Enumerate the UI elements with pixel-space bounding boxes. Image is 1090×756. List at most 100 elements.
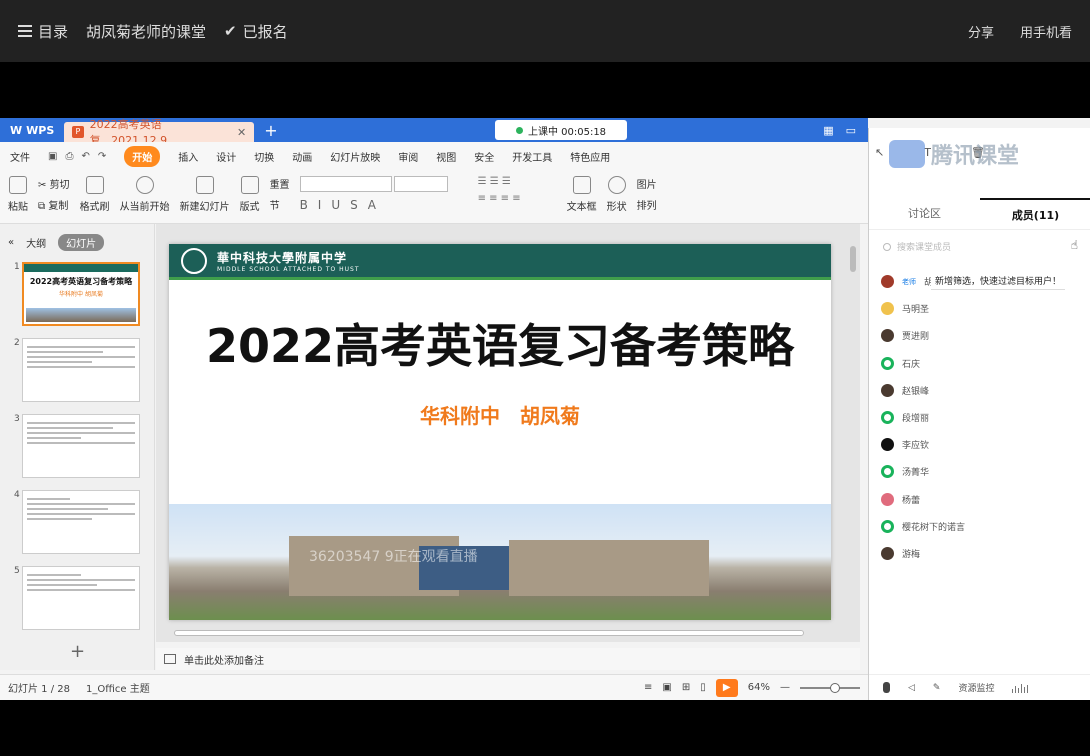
new-slide-icon (195, 176, 214, 194)
reading-view-icon[interactable]: ▯ (700, 682, 706, 693)
menu-file[interactable]: 文件 (10, 149, 30, 164)
shape-button[interactable]: 形状 (607, 176, 627, 213)
member-item[interactable]: 马明圣 (881, 295, 1081, 322)
slide-thumbnail-4[interactable] (22, 490, 140, 554)
menu-features[interactable]: 特色应用 (570, 149, 610, 164)
window-grid-icon[interactable]: ▦ (823, 124, 833, 137)
panel-footer: ◁ ✎ 资源监控 (869, 674, 1090, 700)
school-name-cn: 華中科技大學附属中学 (217, 250, 348, 265)
vertical-scrollbar[interactable] (850, 246, 856, 272)
member-item[interactable]: 石庆 (881, 350, 1081, 377)
redo-icon[interactable]: ↷ (98, 151, 106, 162)
bullets-icon[interactable]: ☰ ☰ ☰ (478, 176, 521, 187)
minimize-icon[interactable]: ▭ (846, 124, 856, 137)
normal-view-icon[interactable]: ▣ (662, 682, 671, 693)
pen-icon[interactable]: ✎ (933, 683, 941, 693)
add-slide-button[interactable]: + (70, 641, 85, 662)
tab-slides[interactable]: 幻灯片 (58, 234, 105, 251)
slide-thumbnail-5[interactable] (22, 566, 140, 630)
close-tab-icon[interactable]: ✕ (237, 126, 246, 139)
menu-dev-tools[interactable]: 开发工具 (512, 149, 552, 164)
notes-area[interactable]: 单击此处添加备注 (156, 648, 860, 670)
italic-icon[interactable]: I (318, 198, 322, 212)
tab-outline[interactable]: 大纲 (26, 235, 46, 250)
menu-view[interactable]: 视图 (436, 149, 456, 164)
bold-icon[interactable]: B (300, 198, 308, 212)
slide-thumbnail-2[interactable] (22, 338, 140, 402)
align-icon[interactable]: ≡ ≡ ≡ ≡ (478, 193, 521, 204)
catalog-button[interactable]: 目录 (18, 21, 68, 42)
slide-thumbnail-1[interactable]: 2022高考英语复习备考策略 华科附中 胡凤菊 (22, 262, 140, 326)
reset-button[interactable]: 重置 (270, 176, 290, 191)
textbox-button[interactable]: 文本框 (567, 176, 597, 213)
print-icon[interactable]: ⎙ (65, 151, 73, 162)
zoom-out-icon[interactable]: — (780, 682, 790, 693)
collapse-pane-icon[interactable]: « (8, 237, 14, 248)
undo-icon[interactable]: ↶ (81, 151, 89, 162)
menu-review[interactable]: 审阅 (398, 149, 418, 164)
document-tab[interactable]: P 2022高考英语复...2021.12.9 ✕ (64, 118, 255, 147)
paste-button[interactable]: 粘贴 (8, 176, 28, 213)
zoom-knob[interactable] (830, 682, 840, 693)
member-item[interactable]: 游梅 (881, 540, 1081, 567)
font-color-icon[interactable]: A (368, 198, 376, 212)
avatar (881, 519, 894, 533)
new-slide-button[interactable]: 新建幻灯片 (180, 176, 230, 213)
member-item[interactable]: 段增丽 (881, 404, 1081, 431)
thumb-lines (23, 339, 139, 375)
font-family-select[interactable] (299, 176, 392, 192)
font-size-select[interactable] (393, 176, 448, 192)
thumb-lines (23, 491, 139, 527)
zoom-slider[interactable] (800, 682, 860, 693)
filter-hand-icon[interactable]: ☝ (1071, 238, 1078, 252)
pointer-icon[interactable]: ↖ (875, 146, 884, 159)
member-item[interactable]: 李应钦 (881, 431, 1081, 458)
thumb-number: 4 (14, 490, 20, 500)
underline-icon[interactable]: U (331, 198, 340, 212)
play-from-current-button[interactable]: 从当前开始 (120, 176, 170, 213)
section-button[interactable]: 节 (270, 197, 290, 212)
share-button[interactable]: 分享 (968, 22, 994, 41)
member-item[interactable]: 汤菁华 (881, 458, 1081, 485)
slideshow-play-button[interactable]: ▶ (715, 678, 738, 697)
thumb-lines (23, 415, 139, 451)
cut-button[interactable]: ✂ 剪切 (38, 176, 70, 191)
member-item[interactable]: 樱花树下的诺言 (881, 513, 1081, 540)
sorter-view-icon[interactable]: ⊞ (682, 682, 690, 693)
menu-transition[interactable]: 切换 (254, 149, 274, 164)
tab-discussion[interactable]: 讨论区 (869, 198, 980, 229)
wps-tab-strip: W WPS P 2022高考英语复...2021.12.9 ✕ + 上课中 00:… (0, 118, 868, 147)
member-item[interactable]: 贾进刚 (881, 322, 1081, 349)
menu-animation[interactable]: 动画 (292, 149, 312, 164)
menu-insert[interactable]: 插入 (178, 149, 198, 164)
avatar (881, 383, 894, 397)
layout-button[interactable]: 版式 (240, 176, 260, 213)
speaker-icon[interactable]: ◁ (908, 683, 915, 693)
wps-logo[interactable]: W WPS (0, 124, 64, 137)
arrange-button[interactable]: 排列 (637, 197, 657, 212)
member-search[interactable]: 搜索课堂成员 (883, 240, 1079, 253)
member-item[interactable]: 杨蕾 (881, 486, 1081, 513)
notes-toggle-icon[interactable]: ≡ (644, 682, 652, 693)
member-item[interactable]: 赵银峰 (881, 377, 1081, 404)
watch-on-phone-button[interactable]: 用手机看 (1020, 22, 1072, 41)
slide-thumbnail-3[interactable] (22, 414, 140, 478)
menu-design[interactable]: 设计 (216, 149, 236, 164)
new-tab-button[interactable]: + (254, 121, 287, 140)
member-name: 马明圣 (902, 305, 930, 316)
format-painter-button[interactable]: 格式刷 (80, 176, 110, 213)
picture-button[interactable]: 图片 (637, 176, 657, 191)
menu-slideshow[interactable]: 幻灯片放映 (330, 149, 380, 164)
microphone-icon[interactable] (883, 682, 890, 693)
wps-menu-bar: 文件 ▣ ⎙ ↶ ↷ 开始 插入 设计 切换 动画 幻灯片放映 审阅 视图 安全… (0, 142, 868, 170)
resource-monitor-label[interactable]: 资源监控 (958, 681, 994, 694)
current-slide[interactable]: 華中科技大學附属中学 MIDDLE SCHOOL ATTACHED TO HUS… (169, 244, 831, 620)
copy-button[interactable]: ⧉ 复制 (38, 197, 70, 212)
strike-icon[interactable]: S (350, 198, 358, 212)
notes-icon (164, 654, 176, 664)
menu-home[interactable]: 开始 (124, 145, 161, 167)
horizontal-scrollbar[interactable] (174, 630, 804, 636)
save-icon[interactable]: ▣ (48, 151, 57, 162)
menu-security[interactable]: 安全 (474, 149, 494, 164)
tab-members[interactable]: 成员(11) (980, 198, 1090, 229)
